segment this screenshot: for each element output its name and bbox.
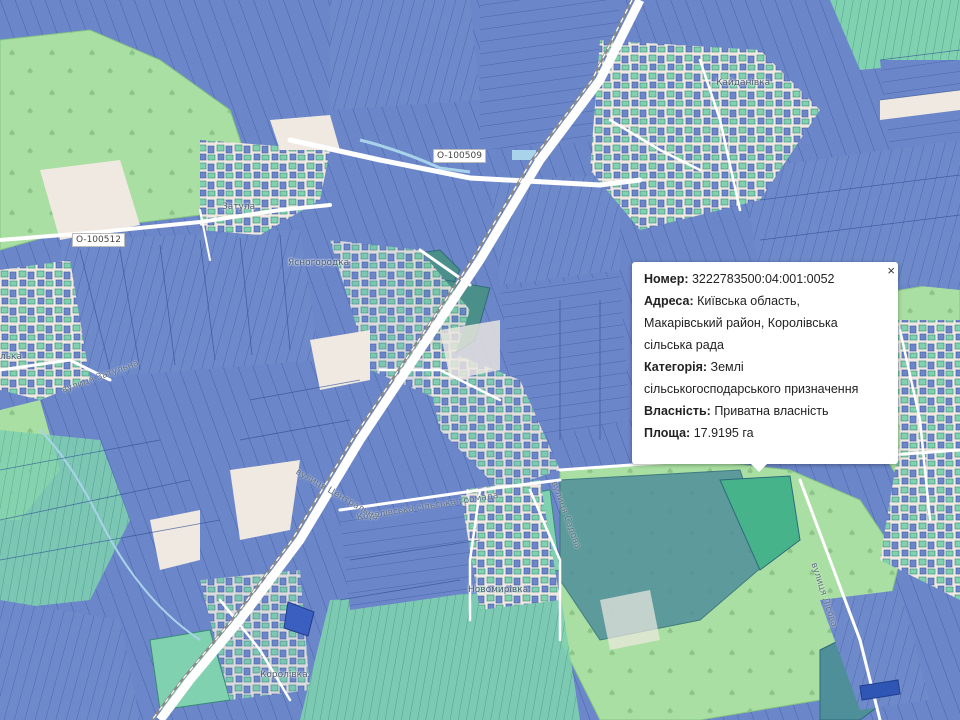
parcel-number-row: Номер: 3222783500:04:001:0052 bbox=[644, 272, 886, 286]
place-label-yasnohorodka: Ясногородка bbox=[288, 258, 350, 268]
parcel-ownership-label: Власність: bbox=[644, 404, 711, 418]
parcel-number-label: Номер: bbox=[644, 272, 689, 286]
close-icon[interactable]: × bbox=[887, 264, 895, 278]
place-label-zatula: Затула bbox=[222, 202, 256, 212]
parcel-category-line1: Землі bbox=[710, 360, 744, 374]
parcel-area-row: Площа: 17.9195 га bbox=[644, 426, 886, 440]
parcel-category-line2: сільськогосподарського призначення bbox=[644, 382, 859, 396]
popup-pointer bbox=[750, 463, 768, 472]
parcel-address-label: Адреса: bbox=[644, 294, 694, 308]
parcel-category-label: Категорія: bbox=[644, 360, 708, 374]
parcel-area-label: Площа: bbox=[644, 426, 691, 440]
parcel-category-row: Категорія: Землі сільськогосподарського … bbox=[644, 360, 886, 396]
parcel-area-value: 17.9195 га bbox=[693, 426, 754, 440]
parcel-number-value: 3222783500:04:001:0052 bbox=[691, 272, 835, 286]
place-label-korolivka: Королівка bbox=[260, 670, 308, 680]
place-label-kaidanivka: Кайданівка bbox=[716, 78, 771, 88]
road-shield-o-100509: O-100509 bbox=[433, 149, 486, 163]
parcel-address-line3: сільська рада bbox=[644, 338, 724, 352]
parcel-ownership-value: Приватна власність bbox=[714, 404, 829, 418]
parcel-info-popup: × Номер: 3222783500:04:001:0052 Адреса: … bbox=[632, 262, 898, 472]
parcel-address-line2: Макарівський район, Королівська bbox=[644, 316, 838, 330]
parcel-address-row: Адреса: Київська область, Макарівський р… bbox=[644, 294, 886, 352]
parcel-ownership-row: Власність: Приватна власність bbox=[644, 404, 886, 418]
road-shield-o-100512: O-100512 bbox=[72, 233, 125, 247]
parcel-address-line1: Київська область, bbox=[697, 294, 801, 308]
place-label-novomyrivka: Новомирівка bbox=[468, 585, 529, 595]
place-label-west: лька bbox=[0, 352, 23, 362]
